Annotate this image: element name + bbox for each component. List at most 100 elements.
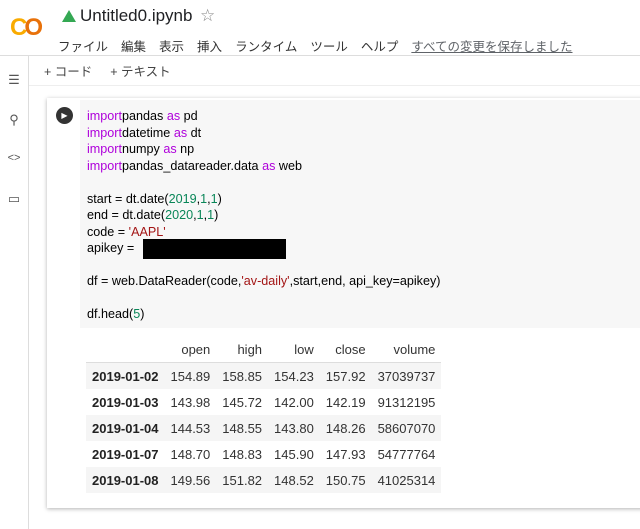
table-cell: 91312195 xyxy=(377,394,436,410)
code-line: importnumpy as np xyxy=(87,141,440,158)
search-icon[interactable]: ⚲ xyxy=(6,112,22,128)
table-cell: 154.23 xyxy=(268,362,320,389)
code-token: 1 xyxy=(196,208,204,222)
table-cell: 145.90 xyxy=(274,446,314,462)
code-token: apikey = xyxy=(87,241,138,255)
table-cell: 41025314 xyxy=(371,467,442,493)
table-cell: 143.80 xyxy=(268,415,320,441)
column-header xyxy=(86,336,165,363)
table-cell: 158.85 xyxy=(216,362,269,389)
redacted-api-key xyxy=(143,239,286,259)
add-code-button[interactable]: + コード xyxy=(44,61,92,80)
menu-item[interactable]: 編集 xyxy=(121,36,146,55)
table-cell: 145.72 xyxy=(222,394,263,410)
code-token: ) xyxy=(214,208,219,222)
code-line: end = dt.date(2020,1,1) xyxy=(87,207,440,224)
list-icon[interactable]: ☰ xyxy=(6,72,22,88)
star-icon[interactable]: ☆ xyxy=(200,6,215,26)
code-token: as xyxy=(173,125,188,140)
code-line: df = web.DataReader(code,'av-daily',star… xyxy=(87,273,440,290)
menu-item[interactable]: 表示 xyxy=(159,36,184,55)
table-cell: 54777764 xyxy=(377,446,436,462)
saved-status[interactable]: すべての変更を保存しました xyxy=(411,36,572,55)
output-table: open high low close volume 2019-01-02 154.89 1… xyxy=(86,336,442,493)
code-line: start = dt.date(2019,1,1) xyxy=(87,191,440,208)
table-row: 2019-01-03 143.98 145.72 142.00 142.19 913121… xyxy=(86,389,441,415)
code-token: web xyxy=(275,158,302,173)
code-token: 1 xyxy=(210,191,218,206)
header: CO Untitled0.ipynb ☆ ファイル 編集 表示 挿入 ランタイム ツールヘ… xyxy=(0,0,640,56)
table-cell: 149.56 xyxy=(164,467,217,493)
code-line: importpandas as pd xyxy=(87,108,440,125)
row-index: 2019-01-04 xyxy=(86,415,165,441)
table-cell: 157.92 xyxy=(319,362,372,389)
code-editor[interactable]: importpandas as pd importdatetime as dt im… xyxy=(87,108,440,323)
menu-item[interactable]: ツール xyxy=(310,36,348,55)
code-token: 'AAPL' xyxy=(128,224,166,239)
code-token: 'av-daily' xyxy=(241,274,290,288)
menu-item[interactable]: ヘルプ xyxy=(361,36,399,55)
code-token: as xyxy=(166,109,181,123)
code-token: dt xyxy=(187,125,202,140)
code-line: df.head(5) xyxy=(87,306,440,323)
menu-item[interactable]: ファイル xyxy=(58,36,108,55)
table-cell: 142.00 xyxy=(274,394,314,410)
code-token: df = web.DataReader(code, xyxy=(87,274,242,288)
run-cell-button[interactable]: ▶ xyxy=(56,107,73,124)
code-token: df.head( xyxy=(87,307,134,321)
code-line: importdatetime as dt xyxy=(87,125,440,142)
row-index: 2019-01-07 xyxy=(92,446,159,462)
table-cell: 37039737 xyxy=(371,362,442,389)
table-cell: 154.89 xyxy=(164,362,217,389)
code-cell[interactable]: ▶ importpandas as pd importdatetime as dt… xyxy=(47,98,640,508)
table-row: 2019-01-07 148.70 148.83 145.90 147.93 547777… xyxy=(86,441,441,467)
code-line: code = 'AAPL' xyxy=(87,224,440,241)
notebook-title[interactable]: Untitled0.ipynb xyxy=(80,6,192,26)
row-index: 2019-01-02 xyxy=(86,362,165,389)
toolbar: + コード + テキスト xyxy=(29,56,640,86)
code-token: as xyxy=(262,158,276,173)
table-cell: 147.93 xyxy=(325,446,366,462)
table-cell: 148.70 xyxy=(170,446,211,462)
add-text-button[interactable]: + テキスト xyxy=(110,61,170,80)
code-token: import xyxy=(87,142,122,156)
code-token: end = dt.date( xyxy=(87,208,166,222)
column-header: low xyxy=(268,336,320,363)
code-token: import xyxy=(87,125,122,140)
table-cell: 58607070 xyxy=(371,415,442,441)
colab-logo[interactable]: CO xyxy=(10,14,43,42)
code-token: start = dt.date( xyxy=(87,191,169,206)
code-token: numpy xyxy=(122,142,164,156)
table-row: 2019-01-02 154.89 158.85 154.23 157.92 370397… xyxy=(86,362,442,389)
code-token: pandas xyxy=(122,109,167,123)
code-token: pandas_datareader.data xyxy=(122,158,263,173)
column-header: volume xyxy=(371,336,442,363)
table-cell: 144.53 xyxy=(164,415,217,441)
code-token: 2020 xyxy=(165,208,194,222)
code-token: as xyxy=(163,142,177,156)
code-token: pd xyxy=(180,109,198,123)
menu-item[interactable]: ランタイム xyxy=(235,36,297,55)
code-token: ) xyxy=(140,307,145,321)
code-token: import xyxy=(87,158,122,173)
code-token: ) xyxy=(217,191,222,206)
code-token: datetime xyxy=(122,125,174,140)
code-token: import xyxy=(87,109,122,123)
folder-icon[interactable]: ▭ xyxy=(6,191,22,207)
table-cell: 151.82 xyxy=(216,467,269,493)
code-token: code = xyxy=(87,224,129,239)
menu-bar: ファイル 編集 表示 挿入 ランタイム ツール ヘルプ すべての変更を保存しました xyxy=(58,36,573,55)
table-cell: 148.55 xyxy=(216,415,269,441)
drive-icon xyxy=(62,10,76,22)
sidebar: ☰ ⚲ <> ▭ xyxy=(0,56,29,529)
code-line: importpandas_datareader.data as web xyxy=(87,158,440,175)
column-header: close xyxy=(319,336,372,363)
code-icon[interactable]: <> xyxy=(6,152,22,164)
menu-item[interactable]: 挿入 xyxy=(197,36,222,55)
row-index: 2019-01-08 xyxy=(86,467,165,493)
code-token: np xyxy=(176,142,195,156)
code-token: 2019 xyxy=(168,191,197,206)
table-cell: 150.75 xyxy=(319,467,372,493)
